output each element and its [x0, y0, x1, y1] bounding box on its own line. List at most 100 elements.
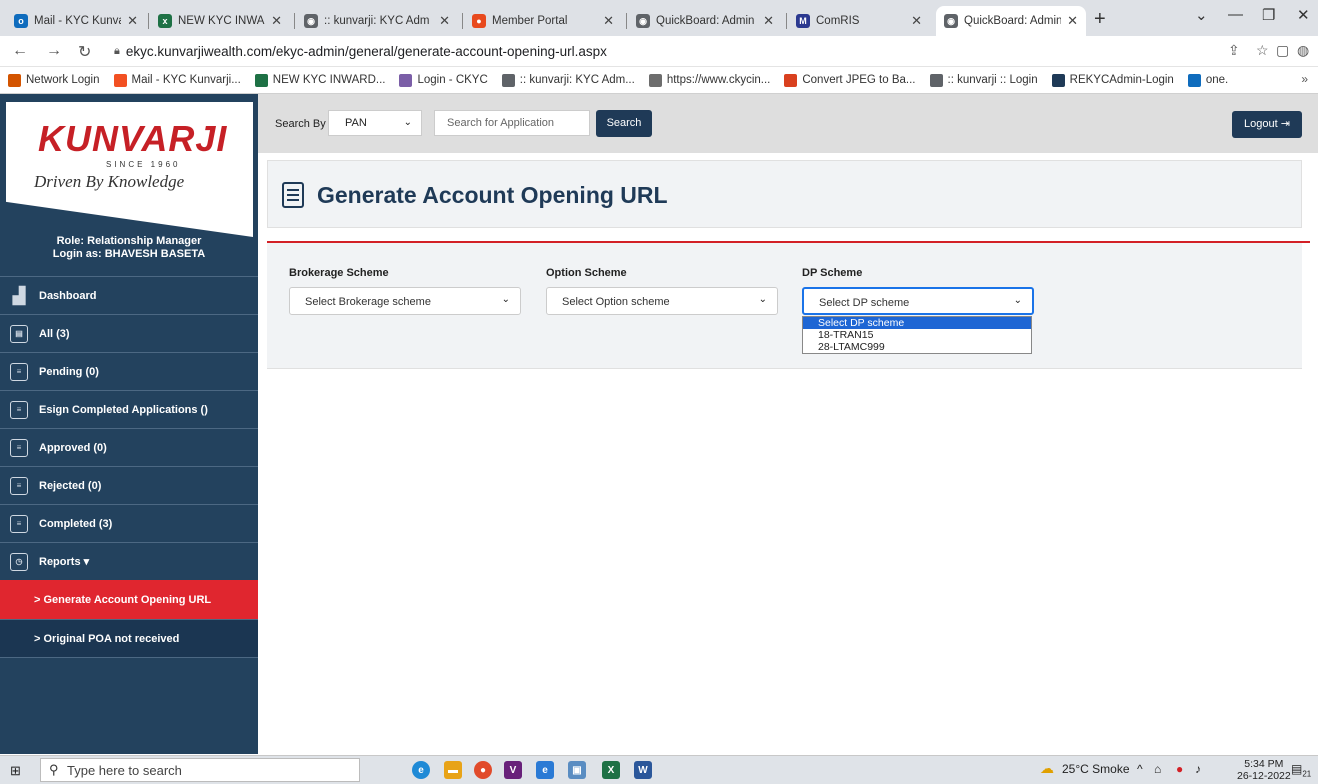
excel-icon[interactable]: X — [602, 761, 620, 779]
sidebar-item-pending[interactable]: ≡ Pending (0) — [0, 352, 258, 390]
close-window-button[interactable]: ✕ — [1297, 6, 1310, 24]
browser-tab[interactable]: x NEW KYC INWARD ✕ — [150, 6, 290, 36]
chevron-up-icon[interactable]: ^ — [1137, 762, 1143, 776]
sidepanel-icon[interactable]: ▢ — [1276, 42, 1289, 59]
sidebar-menu: ▟ Dashboard ▤ All (3) ≡ Pending (0) ≡ Esign Com… — [0, 276, 258, 658]
sidebar-item-dashboard[interactable]: ▟ Dashboard — [0, 276, 258, 314]
maximize-button[interactable]: ❐ — [1262, 6, 1275, 24]
bookmark-star-icon[interactable]: ☆ — [1256, 42, 1269, 59]
sidebar-item-esign-completed-applications[interactable]: ≡ Esign Completed Applications () — [0, 390, 258, 428]
notification-icon[interactable]: ▤21 — [1291, 762, 1311, 778]
internet-explorer-icon[interactable]: e — [536, 761, 554, 779]
antivirus-icon[interactable]: ● — [1176, 762, 1183, 776]
form-document-icon — [282, 182, 304, 208]
close-tab-icon[interactable]: ✕ — [1067, 13, 1078, 29]
logo[interactable]: KUNVARJI SINCE 1960 Driven By Knowledge — [6, 102, 253, 237]
globe-icon — [501, 73, 515, 87]
more-bookmarks-icon[interactable]: » — [1301, 72, 1308, 86]
bookmark-item[interactable]: one. — [1187, 73, 1228, 87]
reports-icon: ◷ — [10, 552, 28, 571]
sidebar-item-label: All (3) — [39, 327, 70, 340]
chevron-down-icon: ⌄ — [1013, 295, 1022, 306]
bookmark-item[interactable]: Mail - KYC Kunvarji... — [113, 73, 241, 87]
chevron-down-icon: ⌄ — [758, 294, 767, 305]
sidebar-item-completed[interactable]: ≡ Completed (3) — [0, 504, 258, 542]
search-input[interactable]: Search for Application — [434, 110, 590, 136]
submenu-generate-url[interactable]: > Generate Account Opening URL — [0, 580, 258, 619]
sidebar-item-reports[interactable]: ◷ Reports ▾ — [0, 542, 258, 580]
excel-icon — [254, 73, 268, 87]
new-tab-button[interactable]: + — [1094, 8, 1106, 31]
bookmark-item[interactable]: Network Login — [8, 73, 100, 87]
close-tab-icon[interactable]: ✕ — [439, 13, 450, 29]
sidebar-item-label: Esign Completed Applications () — [39, 403, 208, 416]
browser-tab[interactable]: ◉ QuickBoard: Admin ✕ — [628, 6, 782, 36]
bookmark-item[interactable]: Login - CKYC — [399, 73, 488, 87]
windows-start-icon[interactable]: ⊞ — [10, 763, 21, 779]
bookmark-label: NEW KYC INWARD... — [272, 74, 386, 86]
menu-kebab-icon[interactable]: ⋮ — [1312, 42, 1318, 59]
share-icon[interactable]: ⇪ — [1228, 42, 1240, 59]
url-field[interactable]: 🔒︎ ekyc.kunvarjiwealth.com/ekyc-admin/ge… — [110, 39, 1255, 63]
weather-text[interactable]: 25°C Smoke — [1062, 762, 1130, 776]
chevron-down-icon: ⌄ — [501, 294, 510, 305]
close-tab-icon[interactable]: ✕ — [763, 13, 774, 29]
bookmark-item[interactable]: NEW KYC INWARD... — [254, 73, 386, 87]
bookmark-item[interactable]: https://www.ckycin... — [648, 73, 770, 87]
close-tab-icon[interactable]: ✕ — [911, 13, 922, 29]
back-icon[interactable]: ← — [12, 42, 28, 60]
taskbar-search-text: Type here to search — [67, 763, 182, 778]
brokerage-select[interactable]: Select Brokerage scheme ⌄ — [289, 287, 521, 315]
browser-tab[interactable]: o Mail - KYC Kunvarji ✕ — [6, 6, 146, 36]
bookmark-item[interactable]: Convert JPEG to Ba... — [784, 73, 916, 87]
bookmark-label: Mail - KYC Kunvarji... — [131, 74, 241, 86]
tab-search-icon[interactable]: ⌄ — [1195, 6, 1208, 24]
bookmark-item[interactable]: REKYCAdmin-Login — [1051, 73, 1174, 87]
edge-icon[interactable]: e — [412, 761, 430, 779]
close-tab-icon[interactable]: ✕ — [271, 13, 282, 29]
minimize-button[interactable]: — — [1228, 6, 1243, 23]
logout-button[interactable]: Logout ⇥ — [1232, 111, 1302, 138]
bookmark-item[interactable]: :: kunvarji :: Login — [929, 73, 1038, 87]
dashboard-icon: ▟ — [12, 287, 26, 305]
search-button[interactable]: Search — [596, 110, 652, 137]
reload-icon[interactable]: ↻ — [78, 42, 91, 62]
dp-option[interactable]: 28-LTAMC999 — [803, 341, 1031, 353]
browser-tab[interactable]: ◉:: kunvarji: KYC Adm ✕ — [296, 6, 458, 36]
lock-icon[interactable]: 🔒︎ — [114, 45, 120, 58]
volume-icon[interactable]: ♪ — [1195, 762, 1201, 776]
browser-tab[interactable]: ● Member Portal ✕ — [464, 6, 622, 36]
bookmark-label: :: kunvarji: KYC Adm... — [519, 74, 635, 86]
search-by-select[interactable]: PAN ⌄ — [328, 110, 422, 136]
bookmark-item[interactable]: :: kunvarji: KYC Adm... — [501, 73, 635, 87]
list-icon: ≡ — [10, 400, 28, 419]
list-icon: ≡ — [10, 476, 28, 495]
forward-icon[interactable]: → — [46, 42, 62, 60]
option-select[interactable]: Select Option scheme ⌄ — [546, 287, 778, 315]
sidebar-item-all[interactable]: ▤ All (3) — [0, 314, 258, 352]
weather-icon[interactable]: ☁ — [1040, 760, 1054, 777]
browser-tab[interactable]: ◉ QuickBoard: Admin ✕ — [936, 6, 1086, 36]
visual-studio-icon[interactable]: V — [504, 761, 522, 779]
system-clock[interactable]: 5:34 PM 26-12-2022 — [1237, 758, 1291, 782]
close-tab-icon[interactable]: ✕ — [127, 13, 138, 29]
file-explorer-icon[interactable]: ▬ — [444, 761, 462, 779]
dp-select[interactable]: Select DP scheme ⌄ — [802, 287, 1034, 315]
chrome-icon[interactable]: ● — [474, 761, 492, 779]
remote-desktop-icon[interactable]: ▣ — [568, 761, 586, 779]
dp-option[interactable]: Select DP scheme — [803, 317, 1031, 329]
browser-tab[interactable]: M ComRIS ✕ — [788, 6, 930, 36]
clock-date: 26-12-2022 — [1237, 770, 1291, 782]
network-icon[interactable]: ⌂ — [1154, 762, 1161, 776]
dp-option[interactable]: 18-TRAN15 — [803, 329, 1031, 341]
address-bar-row: ← → ↻ 🔒︎ ekyc.kunvarjiwealth.com/ekyc-ad… — [0, 36, 1318, 67]
word-icon[interactable]: W — [634, 761, 652, 779]
submenu-original-poa[interactable]: > Original POA not received — [0, 619, 258, 658]
sidebar-item-rejected[interactable]: ≡ Rejected (0) — [0, 466, 258, 504]
bookmark-label: Convert JPEG to Ba... — [802, 74, 916, 86]
profile-avatar[interactable]: ◍ — [1297, 42, 1309, 59]
sidebar-item-approved[interactable]: ≡ Approved (0) — [0, 428, 258, 466]
option-select-value: Select Option scheme — [562, 296, 670, 308]
taskbar-search[interactable]: ⚲ Type here to search — [40, 758, 360, 782]
close-tab-icon[interactable]: ✕ — [603, 13, 614, 29]
